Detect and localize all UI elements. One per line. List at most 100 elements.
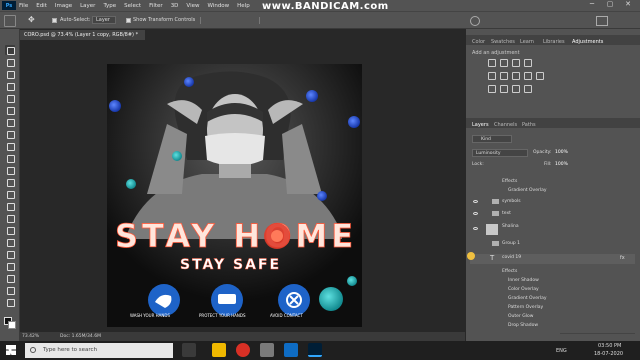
type-tool-icon[interactable] xyxy=(5,237,15,247)
hand-tool-icon[interactable] xyxy=(5,273,15,283)
auto-select-checkbox[interactable] xyxy=(52,18,57,23)
frame-tool-icon[interactable] xyxy=(5,105,15,115)
file-explorer-icon[interactable] xyxy=(212,343,226,357)
gradient-tool-icon[interactable] xyxy=(5,189,15,199)
exposure-adjust-icon[interactable] xyxy=(524,59,532,67)
home-icon[interactable] xyxy=(4,15,16,27)
workspace-icon[interactable] xyxy=(596,16,608,26)
fx-badge[interactable]: fx xyxy=(620,254,625,262)
layer-shalina-row[interactable]: Shalina xyxy=(470,223,635,235)
tab-libraries[interactable]: Libraries xyxy=(543,39,565,45)
opacity-value[interactable]: 100% xyxy=(555,150,568,155)
visibility-eye-icon[interactable] xyxy=(473,212,478,215)
crop-tool-icon[interactable] xyxy=(5,93,15,103)
marquee-tool-icon[interactable] xyxy=(5,57,15,67)
move-tool-icon[interactable] xyxy=(5,45,15,55)
healing-brush-tool-icon[interactable] xyxy=(5,129,15,139)
levels-adjust-icon[interactable] xyxy=(500,59,508,67)
path-selection-tool-icon[interactable] xyxy=(5,249,15,259)
clock-time[interactable]: 03:50 PM xyxy=(598,343,621,349)
layer-color-overlay-row[interactable]: Color Overlay xyxy=(470,286,635,294)
document-tab[interactable]: CORO.psd @ 73.4% (Layer 1 copy, RGB/8#) … xyxy=(20,30,145,40)
tab-layers[interactable]: Layers xyxy=(472,122,489,128)
history-brush-tool-icon[interactable] xyxy=(5,165,15,175)
layer-group1-row[interactable]: Group 1 xyxy=(470,240,635,248)
language-indicator[interactable]: ENG xyxy=(556,348,567,354)
auto-select-dropdown[interactable]: Layer xyxy=(92,16,116,24)
menu-filter[interactable]: Filter xyxy=(149,3,163,9)
photoshop-taskbar-icon[interactable] xyxy=(308,343,322,357)
brush-tool-icon[interactable] xyxy=(5,141,15,151)
clock-date[interactable]: 18-07-2020 xyxy=(594,351,623,357)
menu-view[interactable]: View xyxy=(186,3,199,9)
layer-inner-shadow-row[interactable]: Inner Shadow xyxy=(470,277,635,285)
photo-filter-adjust-icon[interactable] xyxy=(536,72,544,80)
menu-type[interactable]: Type xyxy=(103,3,116,9)
brightness-adjust-icon[interactable] xyxy=(488,59,496,67)
clone-stamp-tool-icon[interactable] xyxy=(5,153,15,163)
layer-pattern-overlay-row[interactable]: Pattern Overlay xyxy=(470,304,635,312)
layer-symbols-row[interactable]: symbols xyxy=(470,198,635,206)
tab-learn[interactable]: Learn xyxy=(520,39,534,45)
visibility-eye-icon[interactable] xyxy=(473,227,478,230)
menu-help[interactable]: Help xyxy=(237,3,250,9)
vscode-icon[interactable] xyxy=(284,343,298,357)
eraser-tool-icon[interactable] xyxy=(5,177,15,187)
search-icon[interactable] xyxy=(470,16,480,26)
chrome-icon[interactable] xyxy=(236,343,250,357)
align-buttons[interactable] xyxy=(200,17,260,24)
app-icon[interactable] xyxy=(260,343,274,357)
menu-select[interactable]: Select xyxy=(124,3,141,9)
curves-adjust-icon[interactable] xyxy=(512,59,520,67)
blur-tool-icon[interactable] xyxy=(5,201,15,211)
menu-layer[interactable]: Layer xyxy=(80,3,95,9)
visibility-eye-icon[interactable] xyxy=(473,200,478,203)
gradient-map-adjust-icon[interactable] xyxy=(524,85,532,93)
tab-color[interactable]: Color xyxy=(472,39,485,45)
menu-file[interactable]: File xyxy=(19,3,28,9)
tab-adjustments[interactable]: Adjustments xyxy=(572,39,603,45)
black-white-adjust-icon[interactable] xyxy=(524,72,532,80)
minimize-icon[interactable]: ─ xyxy=(584,0,600,8)
tab-channels[interactable]: Channels xyxy=(494,122,517,128)
color-balance-adjust-icon[interactable] xyxy=(512,72,520,80)
hue-saturation-adjust-icon[interactable] xyxy=(500,72,508,80)
quick-select-tool-icon[interactable] xyxy=(5,81,15,91)
layer-effects-row-2[interactable]: Effects xyxy=(470,268,635,276)
menu-window[interactable]: Window xyxy=(207,3,229,9)
menu-edit[interactable]: Edit xyxy=(36,3,47,9)
taskbar-search-box[interactable]: Type here to search xyxy=(25,343,173,358)
layer-gradient-overlay-row-2[interactable]: Gradient Overlay xyxy=(470,295,635,303)
vibrance-adjust-icon[interactable] xyxy=(488,72,496,80)
rectangle-tool-icon[interactable] xyxy=(5,261,15,271)
layer-drop-shadow-row[interactable]: Drop Shadow xyxy=(470,322,635,330)
layers-footer-buttons[interactable] xyxy=(560,333,635,340)
show-transform-checkbox[interactable] xyxy=(126,18,131,23)
close-icon[interactable]: ✕ xyxy=(620,0,636,8)
layer-covid19-row[interactable]: T covid 19 fx xyxy=(470,254,635,264)
eyedropper-tool-icon[interactable] xyxy=(5,117,15,127)
posterize-adjust-icon[interactable] xyxy=(500,85,508,93)
zoom-level[interactable]: 73.42% xyxy=(22,332,39,341)
layer-effects-row[interactable]: Effects xyxy=(470,178,635,186)
filter-kind-dropdown[interactable]: Kind xyxy=(472,135,512,143)
zoom-tool-icon[interactable] xyxy=(5,285,15,295)
layer-text-row[interactable]: text xyxy=(470,210,635,218)
background-color-swatch[interactable] xyxy=(8,321,16,329)
pen-tool-icon[interactable] xyxy=(5,225,15,235)
threshold-adjust-icon[interactable] xyxy=(512,85,520,93)
artwork-canvas[interactable]: STAY HOME STAY SAFE xyxy=(107,64,362,327)
menu-3d[interactable]: 3D xyxy=(171,3,179,9)
maximize-icon[interactable]: ▢ xyxy=(602,0,618,8)
task-view-icon[interactable] xyxy=(182,343,196,357)
more-tools-icon[interactable] xyxy=(5,297,15,307)
tab-paths[interactable]: Paths xyxy=(522,122,536,128)
menu-image[interactable]: Image xyxy=(55,3,72,9)
lasso-tool-icon[interactable] xyxy=(5,69,15,79)
fill-value[interactable]: 100% xyxy=(555,162,568,167)
layer-gradient-overlay-row[interactable]: Gradient Overlay xyxy=(470,187,635,195)
layer-outer-glow-row[interactable]: Outer Glow xyxy=(470,313,635,321)
tab-swatches[interactable]: Swatches xyxy=(491,39,515,45)
dodge-tool-icon[interactable] xyxy=(5,213,15,223)
invert-adjust-icon[interactable] xyxy=(488,85,496,93)
